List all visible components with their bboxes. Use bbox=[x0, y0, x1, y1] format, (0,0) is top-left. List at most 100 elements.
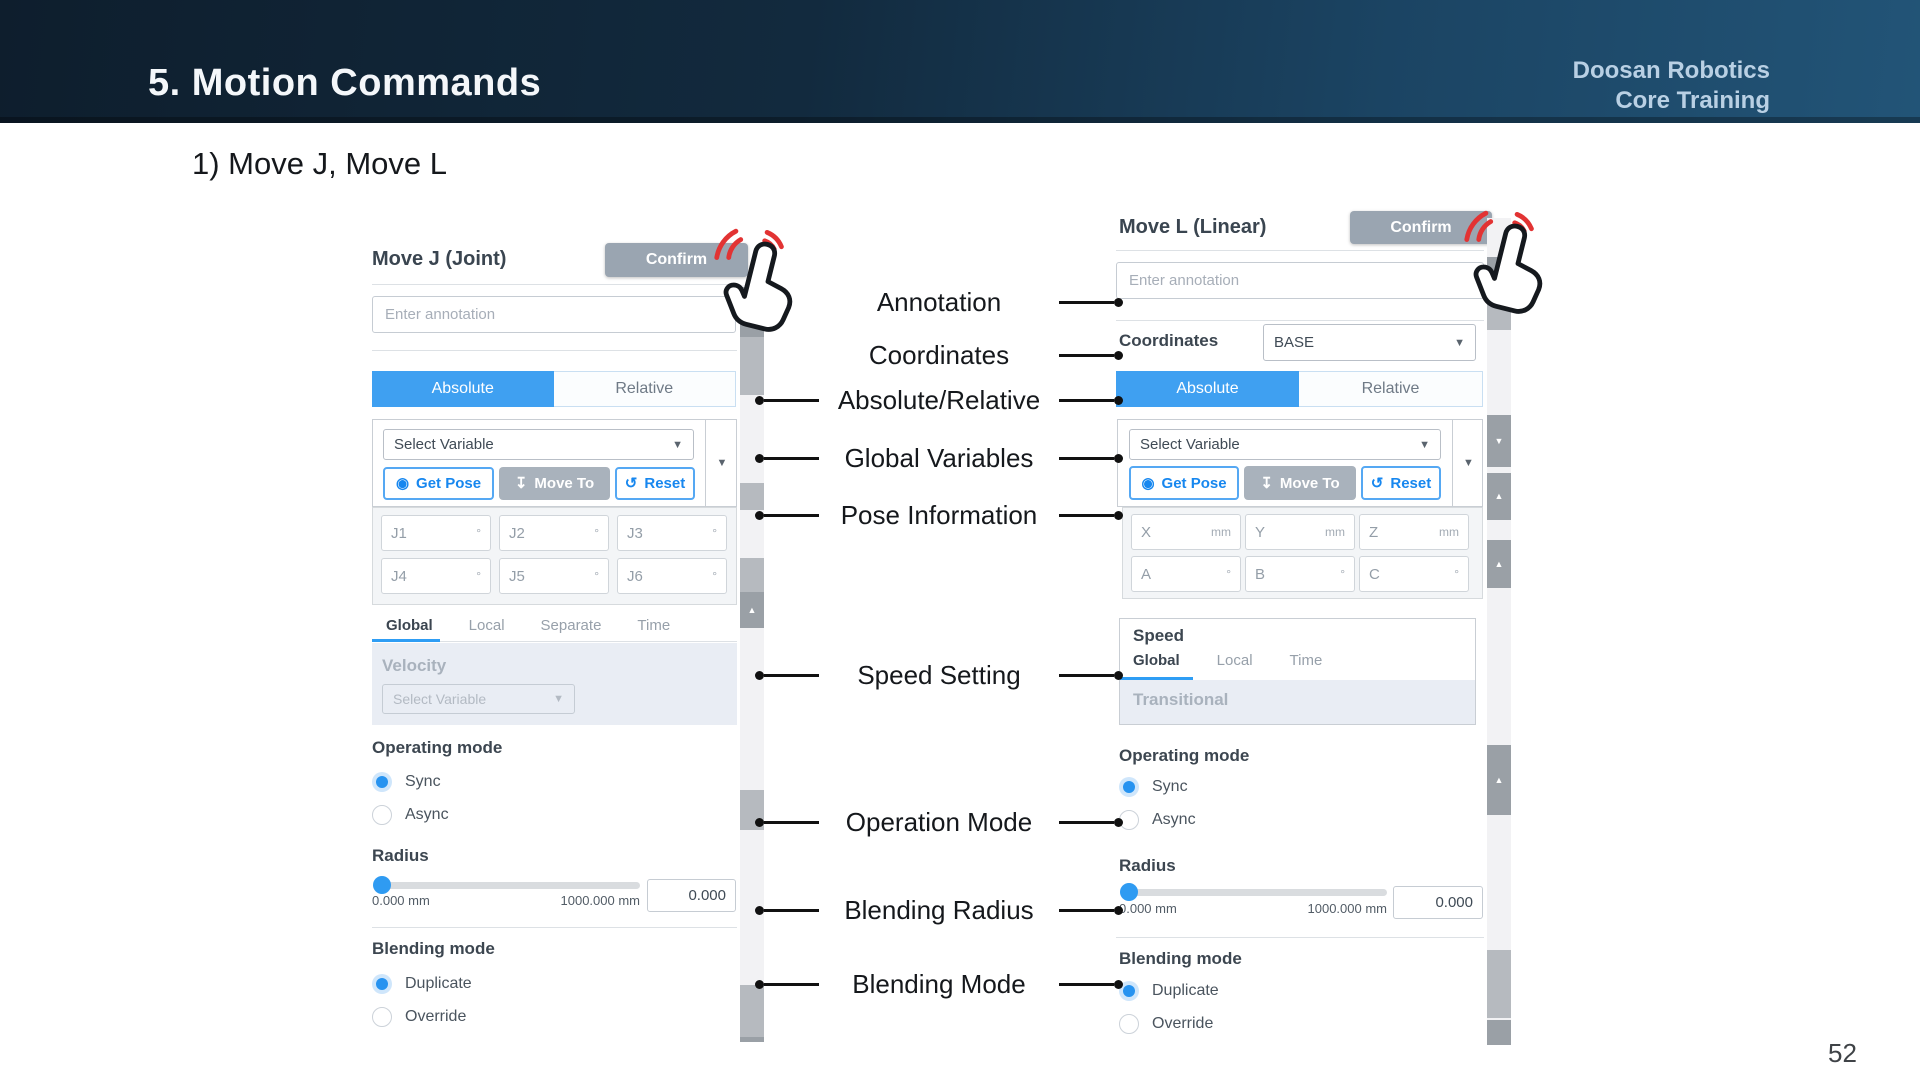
callout-dot bbox=[755, 396, 764, 405]
scrollbar-thumb[interactable] bbox=[740, 1037, 764, 1042]
movel-async-option[interactable]: Async bbox=[1119, 810, 1196, 830]
scrollbar-thumb[interactable] bbox=[740, 558, 764, 592]
scrollbar-thumb[interactable]: ▲ bbox=[1487, 473, 1511, 520]
movel-y-field[interactable]: Ymm bbox=[1245, 514, 1355, 550]
movej-speed-tab-time[interactable]: Time bbox=[637, 617, 670, 634]
movel-variable-select[interactable]: Select Variable ▼ bbox=[1129, 429, 1441, 460]
movel-x-unit: mm bbox=[1211, 525, 1231, 539]
movel-tab-relative[interactable]: Relative bbox=[1299, 371, 1483, 407]
movel-duplicate-label: Duplicate bbox=[1152, 982, 1219, 1000]
movej-j6-unit: ° bbox=[712, 569, 717, 583]
movej-variable-select[interactable]: Select Variable ▼ bbox=[383, 429, 694, 460]
movel-sync-label: Sync bbox=[1152, 778, 1188, 796]
movej-reset-button[interactable]: ↺ Reset bbox=[615, 467, 695, 500]
movel-a-label: A bbox=[1141, 566, 1151, 583]
scrollbar-thumb[interactable] bbox=[1487, 1020, 1511, 1045]
movel-scrollbar[interactable]: ▲ ▼ ▲ ▲ ▲ bbox=[1487, 218, 1511, 1045]
scrollbar-thumb[interactable] bbox=[1487, 292, 1511, 330]
movej-get-pose-button[interactable]: ◉ Get Pose bbox=[383, 467, 494, 500]
movej-j3-field[interactable]: J3° bbox=[617, 515, 727, 551]
movej-radius-slider[interactable] bbox=[374, 882, 640, 889]
movej-override-option[interactable]: Override bbox=[372, 1007, 466, 1027]
get-pose-icon: ◉ bbox=[1141, 476, 1154, 491]
movel-c-field[interactable]: C° bbox=[1359, 556, 1469, 592]
movej-j6-field[interactable]: J6° bbox=[617, 558, 727, 594]
scrollbar-thumb[interactable]: ▼ bbox=[1487, 415, 1511, 467]
movej-j4-field[interactable]: J4° bbox=[381, 558, 491, 594]
movej-confirm-button[interactable]: Confirm bbox=[605, 243, 748, 277]
movel-b-unit: ° bbox=[1340, 567, 1345, 581]
movej-j5-field[interactable]: J5° bbox=[499, 558, 609, 594]
page-title: 5. Motion Commands bbox=[148, 62, 541, 105]
callout-dot bbox=[1114, 351, 1123, 360]
chevron-down-icon: ▼ bbox=[1463, 457, 1474, 469]
movel-b-field[interactable]: B° bbox=[1245, 556, 1355, 592]
movel-radius-slider[interactable] bbox=[1121, 889, 1387, 896]
brand-line2: Core Training bbox=[1420, 86, 1770, 116]
movel-transitional-panel: Transitional bbox=[1120, 680, 1475, 724]
movel-sync-option[interactable]: Sync bbox=[1119, 777, 1188, 797]
scrollbar-thumb[interactable]: ▲ bbox=[740, 592, 764, 628]
callout-dot bbox=[1114, 906, 1123, 915]
movej-move-to-button[interactable]: ↧ Move To bbox=[499, 467, 610, 500]
movel-speed-tabs: Global Local Time bbox=[1133, 652, 1322, 669]
radio-selected-icon[interactable] bbox=[1119, 777, 1139, 797]
movel-speed-tab-time[interactable]: Time bbox=[1290, 652, 1323, 669]
movel-confirm-button[interactable]: Confirm bbox=[1350, 211, 1492, 244]
callout-line bbox=[1059, 454, 1123, 463]
movej-sync-option[interactable]: Sync bbox=[372, 772, 441, 792]
movej-async-option[interactable]: Async bbox=[372, 805, 449, 825]
radio-selected-icon[interactable] bbox=[372, 772, 392, 792]
movej-radius-value-input[interactable]: 0.000 bbox=[647, 879, 736, 912]
movej-tab-relative[interactable]: Relative bbox=[554, 371, 737, 407]
movej-duplicate-option[interactable]: Duplicate bbox=[372, 974, 472, 994]
callout-line bbox=[1059, 396, 1123, 405]
movel-override-option[interactable]: Override bbox=[1119, 1014, 1213, 1034]
callout-line bbox=[755, 818, 819, 827]
movel-b-label: B bbox=[1255, 566, 1265, 583]
scrollbar-thumb[interactable] bbox=[1487, 950, 1511, 1018]
radio-unselected-icon[interactable] bbox=[372, 1007, 392, 1027]
movej-j3-label: J3 bbox=[627, 525, 643, 542]
movel-pose-expander[interactable]: ▼ bbox=[1452, 420, 1484, 506]
movel-get-pose-button[interactable]: ◉ Get Pose bbox=[1129, 466, 1239, 500]
movej-speed-tab-local[interactable]: Local bbox=[469, 617, 505, 634]
movel-radius-value-input[interactable]: 0.000 bbox=[1393, 886, 1483, 919]
movej-velocity-select[interactable]: Select Variable ▼ bbox=[382, 684, 575, 714]
radio-unselected-icon[interactable] bbox=[1119, 1014, 1139, 1034]
movej-pose-expander[interactable]: ▼ bbox=[705, 420, 738, 506]
movel-a-field[interactable]: A° bbox=[1131, 556, 1241, 592]
callout-line bbox=[755, 454, 819, 463]
movel-tab-absolute[interactable]: Absolute bbox=[1116, 371, 1299, 407]
movel-z-field[interactable]: Zmm bbox=[1359, 514, 1469, 550]
movel-speed-tab-global[interactable]: Global bbox=[1133, 652, 1180, 669]
movej-tab-absolute[interactable]: Absolute bbox=[372, 371, 554, 407]
movel-annotation-input[interactable] bbox=[1116, 262, 1484, 299]
movej-speed-tab-separate[interactable]: Separate bbox=[541, 617, 602, 634]
divider bbox=[372, 927, 737, 928]
movej-j1-field[interactable]: J1° bbox=[381, 515, 491, 551]
movel-x-field[interactable]: Xmm bbox=[1131, 514, 1241, 550]
radio-selected-icon[interactable] bbox=[372, 974, 392, 994]
movej-speed-tab-global[interactable]: Global bbox=[386, 617, 433, 634]
movel-duplicate-option[interactable]: Duplicate bbox=[1119, 981, 1219, 1001]
scrollbar-thumb[interactable]: ▲ bbox=[1487, 257, 1511, 292]
scrollbar-thumb[interactable]: ▲ bbox=[1487, 745, 1511, 815]
callout-dot bbox=[1114, 396, 1123, 405]
get-pose-icon: ◉ bbox=[396, 476, 409, 491]
callout-label: Blending Radius bbox=[819, 895, 1059, 926]
movel-move-to-button[interactable]: ↧ Move To bbox=[1244, 466, 1356, 500]
radio-unselected-icon[interactable] bbox=[372, 805, 392, 825]
reset-icon: ↺ bbox=[625, 476, 638, 491]
movej-radius-slider-thumb[interactable] bbox=[373, 876, 391, 894]
movel-reset-button[interactable]: ↺ Reset bbox=[1361, 466, 1441, 500]
movej-j2-field[interactable]: J2° bbox=[499, 515, 609, 551]
movel-z-label: Z bbox=[1369, 524, 1378, 541]
scroll-up-icon: ▲ bbox=[748, 606, 757, 615]
scrollbar-thumb[interactable]: ▲ bbox=[1487, 540, 1511, 588]
movel-coordinates-select[interactable]: BASE ▼ bbox=[1263, 324, 1476, 361]
brand-line1: Doosan Robotics bbox=[1420, 56, 1770, 86]
chevron-down-icon: ▼ bbox=[553, 693, 564, 705]
movel-speed-tab-local[interactable]: Local bbox=[1217, 652, 1253, 669]
movej-annotation-input[interactable] bbox=[372, 296, 736, 333]
